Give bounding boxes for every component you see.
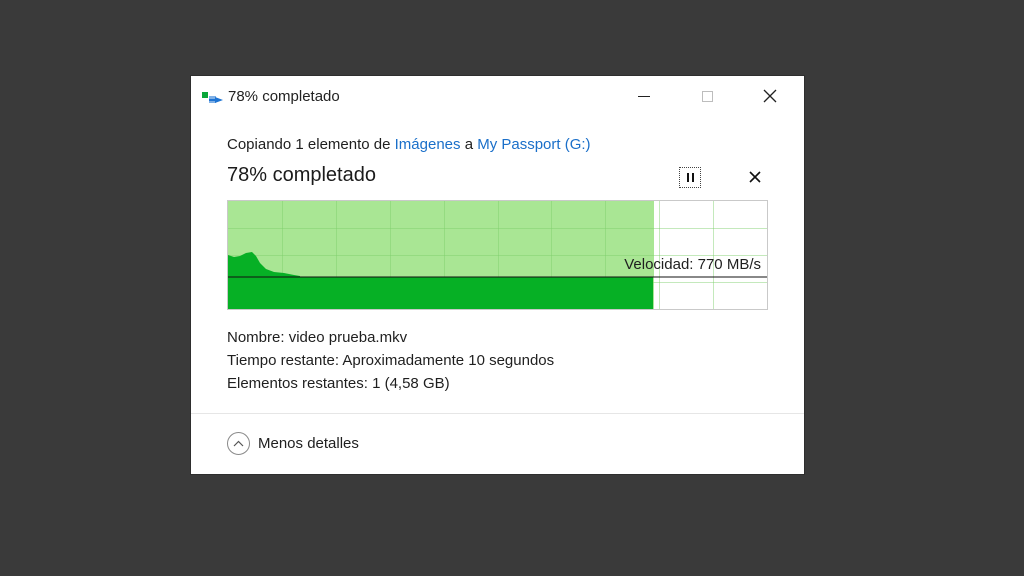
pause-button[interactable] (679, 167, 701, 188)
copy-dialog: 78% completado Copiando 1 elemento de Im… (191, 76, 804, 474)
details-panel: Nombre: video prueba.mkv Tiempo restante… (227, 326, 554, 395)
file-copy-icon (202, 92, 223, 103)
progress-heading: 78% completado (227, 164, 376, 186)
pause-icon (686, 173, 689, 182)
detail-name-label: Nombre: (227, 329, 285, 346)
less-details-toggle[interactable]: Menos detalles (227, 432, 359, 455)
cancel-button[interactable] (747, 169, 763, 185)
detail-time-label: Tiempo restante: (227, 352, 339, 369)
copy-description: Copiando 1 elemento de Imágenes a My Pas… (227, 136, 591, 153)
title-bar[interactable]: 78% completado (191, 76, 804, 116)
speed-label: Velocidad: 770 MB/s (624, 256, 761, 273)
throughput-graph: Velocidad: 770 MB/s (227, 200, 768, 310)
source-link[interactable]: Imágenes (395, 136, 461, 153)
copy-prefix: Copiando 1 elemento de (227, 136, 391, 153)
minimize-button[interactable] (621, 76, 667, 116)
window-title: 78% completado (228, 88, 340, 105)
copy-connector: a (464, 136, 474, 153)
close-icon (749, 171, 761, 183)
close-button[interactable] (747, 76, 793, 116)
detail-items-label: Elementos restantes: (227, 375, 368, 392)
detail-name-value: video prueba.mkv (288, 329, 408, 346)
detail-name: Nombre: video prueba.mkv (227, 326, 554, 349)
minimize-icon (638, 95, 650, 97)
detail-time-value: Aproximadamente 10 segundos (342, 352, 555, 369)
maximize-button[interactable] (684, 76, 730, 116)
throughput-chart (228, 201, 767, 309)
footer-divider (191, 413, 804, 414)
chevron-up-icon (227, 432, 250, 455)
less-details-label: Menos detalles (258, 435, 359, 452)
destination-link[interactable]: My Passport (G:) (477, 136, 590, 153)
close-icon (763, 89, 777, 103)
maximize-icon (701, 90, 713, 102)
detail-time: Tiempo restante: Aproximadamente 10 segu… (227, 349, 554, 372)
detail-items: Elementos restantes: 1 (4,58 GB) (227, 372, 554, 395)
detail-items-value: 1 (4,58 GB) (372, 375, 450, 392)
